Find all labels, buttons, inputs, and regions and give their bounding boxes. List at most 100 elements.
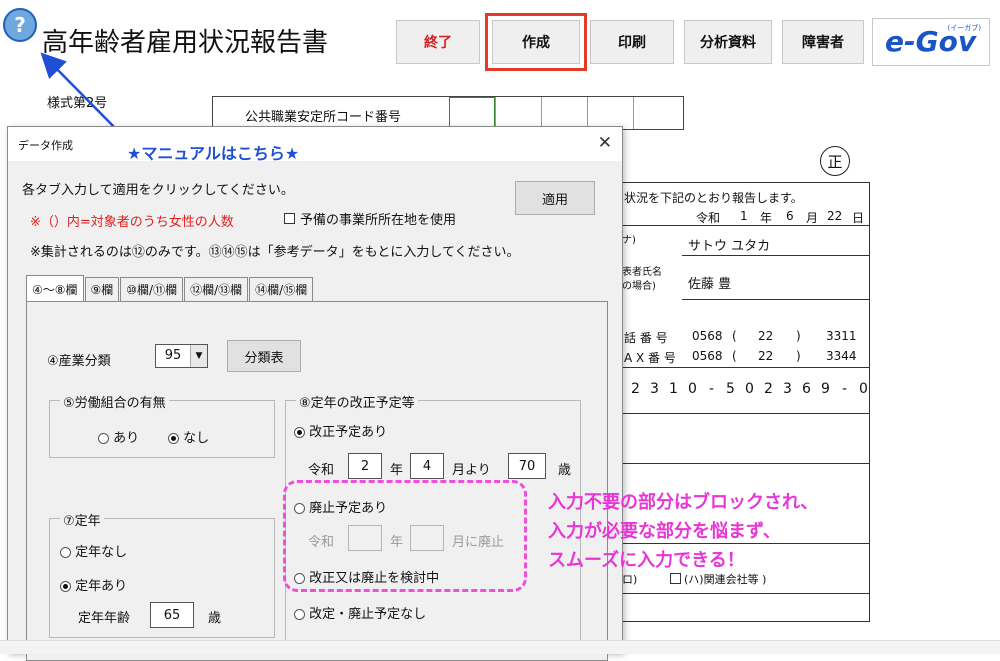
chevron-down-icon[interactable]: ▼ xyxy=(190,345,207,367)
help-icon[interactable]: ? xyxy=(3,8,37,42)
report-line: 状況を下記のとおり報告します。 xyxy=(624,191,803,205)
industry-label: ④産業分類 xyxy=(47,354,111,369)
retirement-none-radio[interactable] xyxy=(60,547,71,558)
pink-note-line: 入力が必要な部分を悩まず、 xyxy=(548,521,781,542)
industry-select[interactable]: 95 ▼ xyxy=(155,344,208,368)
rep-label-2: の場合) xyxy=(622,281,656,292)
tab-9[interactable]: ⑨欄 xyxy=(84,277,120,301)
retirement-exists-radio[interactable] xyxy=(60,581,71,592)
sei-mark: 正 xyxy=(820,146,850,176)
fax-paren-close: ) xyxy=(796,349,801,363)
registration-number: 2310-502369-0 xyxy=(631,381,868,397)
office-code-cells xyxy=(449,97,679,129)
date-day-unit: 日 xyxy=(852,211,865,225)
retirement-none-option[interactable]: 定年なし xyxy=(60,541,127,560)
office-code-cell[interactable] xyxy=(587,97,633,129)
tab-14-15[interactable]: ⑭欄/⑮欄 xyxy=(249,277,314,301)
retirement-legend: ⑦定年 xyxy=(60,510,104,529)
date-era: 令和 xyxy=(696,211,721,225)
app-title: 高年齢者雇用状況報告書 xyxy=(42,28,329,58)
dialog-titlebar[interactable]: データ作成 ✕ xyxy=(8,127,622,161)
tel-number: 3311 xyxy=(826,329,857,343)
no-plan-radio[interactable] xyxy=(294,609,305,620)
tel-area: 0568 xyxy=(692,329,723,343)
dialog-title: データ作成 xyxy=(18,139,73,152)
instruction-text: 各タブ入力して適用をクリックしてください。 xyxy=(22,183,294,198)
retirement-age-unit: 歳 xyxy=(208,611,222,626)
tel-exchange: 22 xyxy=(758,329,774,343)
union-yes-radio[interactable] xyxy=(98,433,109,444)
date-month: 6 xyxy=(786,209,794,223)
tab-10-11[interactable]: ⑩欄/⑪欄 xyxy=(120,277,184,301)
revision-year-input[interactable]: 2 xyxy=(348,453,382,479)
help-glyph: ? xyxy=(14,13,26,37)
retirement-age-label: 定年年齢 xyxy=(78,611,131,626)
apply-button[interactable]: 適用 xyxy=(515,181,595,215)
industry-value: 95 xyxy=(164,348,182,363)
classification-table-button[interactable]: 分類表 xyxy=(227,340,301,372)
aggregate-note: ※集計されるのは⑫のみです。⑬⑭⑮は「参考データ」をもとに入力してください。 xyxy=(30,245,520,260)
disabled-persons-button[interactable]: 障害者 xyxy=(782,20,864,64)
tab-strip: ④～⑧欄 ⑨欄 ⑩欄/⑪欄 ⑫欄/⑬欄 ⑭欄/⑮欄 xyxy=(26,275,314,302)
tel-paren-close: ) xyxy=(796,329,801,343)
close-icon[interactable]: ✕ xyxy=(598,133,612,153)
tel-paren-open: ( xyxy=(732,329,737,343)
revision-from: 月より xyxy=(452,463,491,478)
egov-button[interactable]: e-Gov (イーガブ) xyxy=(872,18,990,66)
revision-month-input[interactable]: 4 xyxy=(410,453,444,479)
retirement-age-input[interactable]: 65 xyxy=(150,602,194,628)
exit-button[interactable]: 終了 xyxy=(396,20,480,64)
rep-label-1: 表者氏名 xyxy=(622,267,662,278)
pink-annotation: 入力不要の部分はブロックされ、 入力が必要な部分を悩まず、 スムーズに入力できる… xyxy=(548,488,818,575)
retirement-group: ⑦定年 定年なし 定年あり 定年年齢 65 歳 xyxy=(49,510,275,638)
pink-note-line: 入力不要の部分はブロックされ、 xyxy=(548,492,819,513)
revision-age-unit: 歳 xyxy=(558,463,572,478)
date-day: 22 xyxy=(827,209,843,223)
union-yes-option[interactable]: あり xyxy=(98,427,139,446)
revision-age-input[interactable]: 70 xyxy=(508,453,546,479)
disabled-area-highlight xyxy=(283,480,527,592)
fax-number: 3344 xyxy=(826,349,857,363)
revision-year-unit: 年 xyxy=(390,463,404,478)
reserve-office-label: 予備の事業所所在地を使用 xyxy=(300,213,457,228)
office-code-cell[interactable] xyxy=(633,97,679,129)
no-plan-option[interactable]: 改定・廃止予定なし xyxy=(294,603,426,622)
fax-label: A X 番 号 xyxy=(624,351,676,365)
revision-planned-option[interactable]: 改正予定あり xyxy=(294,421,387,440)
office-code-box: 公共職業安定所コード番号 xyxy=(212,96,684,130)
revision-legend: ⑧定年の改正予定等 xyxy=(296,392,418,411)
date-month-unit: 月 xyxy=(806,211,819,225)
female-note: ※（）内=対象者のうち女性の人数 xyxy=(30,215,234,230)
retirement-exists-option[interactable]: 定年あり xyxy=(60,575,127,594)
date-year-unit: 年 xyxy=(760,211,773,225)
fax-exchange: 22 xyxy=(758,349,774,363)
manual-annotation: ★マニュアルはこちら★ xyxy=(127,144,300,163)
fax-paren-open: ( xyxy=(732,349,737,363)
tab-4-8[interactable]: ④～⑧欄 xyxy=(26,275,84,302)
analysis-button[interactable]: 分析資料 xyxy=(684,20,772,64)
office-code-cell[interactable] xyxy=(495,97,541,129)
print-button[interactable]: 印刷 xyxy=(590,20,674,64)
union-group: ⑤労働組合の有無 あり なし xyxy=(49,392,275,458)
horizontal-scrollbar[interactable] xyxy=(0,640,1000,654)
revision-era: 令和 xyxy=(308,463,335,478)
union-no-option[interactable]: なし xyxy=(168,427,209,446)
tab-12-13[interactable]: ⑫欄/⑬欄 xyxy=(184,277,249,301)
create-button[interactable]: 作成 xyxy=(485,13,587,71)
tel-label: 話 番 号 xyxy=(624,331,668,345)
name-kana: サトウ ユタカ xyxy=(688,239,771,254)
date-year: 1 xyxy=(740,209,748,223)
furigana-mark: ナ) xyxy=(622,235,636,246)
office-code-label: 公共職業安定所コード番号 xyxy=(245,110,402,125)
form-number: 様式第2号 xyxy=(47,96,108,111)
union-no-radio[interactable] xyxy=(168,433,179,444)
rep-name: 佐藤 豊 xyxy=(688,277,732,292)
egov-kana: (イーガブ) xyxy=(947,24,981,32)
office-code-cell[interactable] xyxy=(541,97,587,129)
fax-area: 0568 xyxy=(692,349,723,363)
pink-note-line: スムーズに入力できる！ xyxy=(548,550,745,571)
union-legend: ⑤労働組合の有無 xyxy=(60,392,169,411)
reserve-office-checkbox[interactable] xyxy=(284,213,295,224)
office-code-cell[interactable] xyxy=(449,97,495,129)
revision-planned-radio[interactable] xyxy=(294,427,305,438)
